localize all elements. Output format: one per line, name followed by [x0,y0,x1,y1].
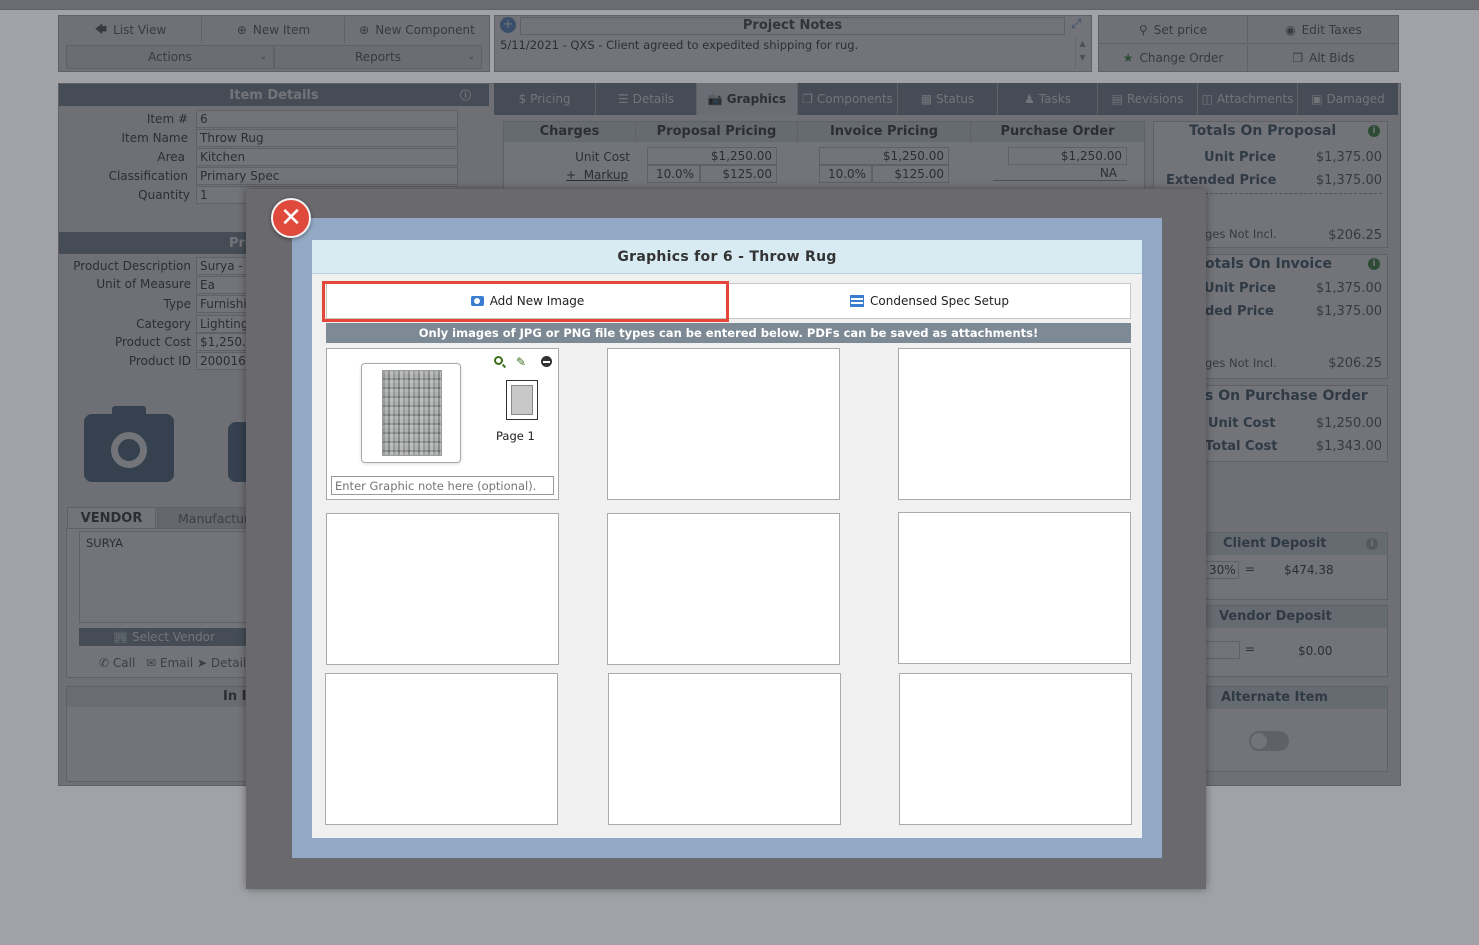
image-slot-3[interactable] [898,348,1131,500]
image-slot-8[interactable] [608,673,841,825]
close-modal-button[interactable]: ✕ [271,198,311,238]
page-thumbnail-fill [511,385,533,415]
camera-lens-icon [474,298,481,304]
condensed-spec-setup-button[interactable]: Condensed Spec Setup [728,283,1131,319]
remove-icon[interactable] [541,356,552,367]
image-slot-5[interactable] [607,513,840,665]
close-icon: ✕ [280,203,302,233]
file-type-notice: Only images of JPG or PNG file types can… [326,323,1131,343]
page-thumbnail[interactable] [506,380,538,420]
modal-title: Graphics for 6 - Throw Rug [312,240,1142,274]
image-slot-6[interactable] [898,512,1131,664]
remove-bar [543,360,550,363]
table-icon [850,295,865,307]
image-slot-7[interactable] [325,673,558,825]
image-slot-4[interactable] [326,513,559,665]
camera-icon [470,296,484,306]
edit-pencil-icon[interactable]: ✎ [516,355,526,369]
rug-image-texture [383,371,441,455]
add-new-image-button[interactable]: Add New Image [326,283,729,319]
page-label: Page 1 [496,429,535,443]
image-slot-2[interactable] [607,348,840,500]
image-slot-9[interactable] [899,673,1132,825]
graphic-note-input[interactable] [331,476,554,495]
